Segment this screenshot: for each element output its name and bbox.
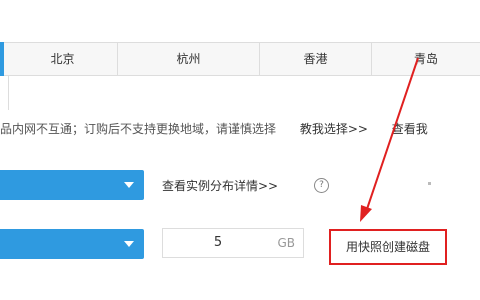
- annotation-arrow-icon: [360, 57, 419, 222]
